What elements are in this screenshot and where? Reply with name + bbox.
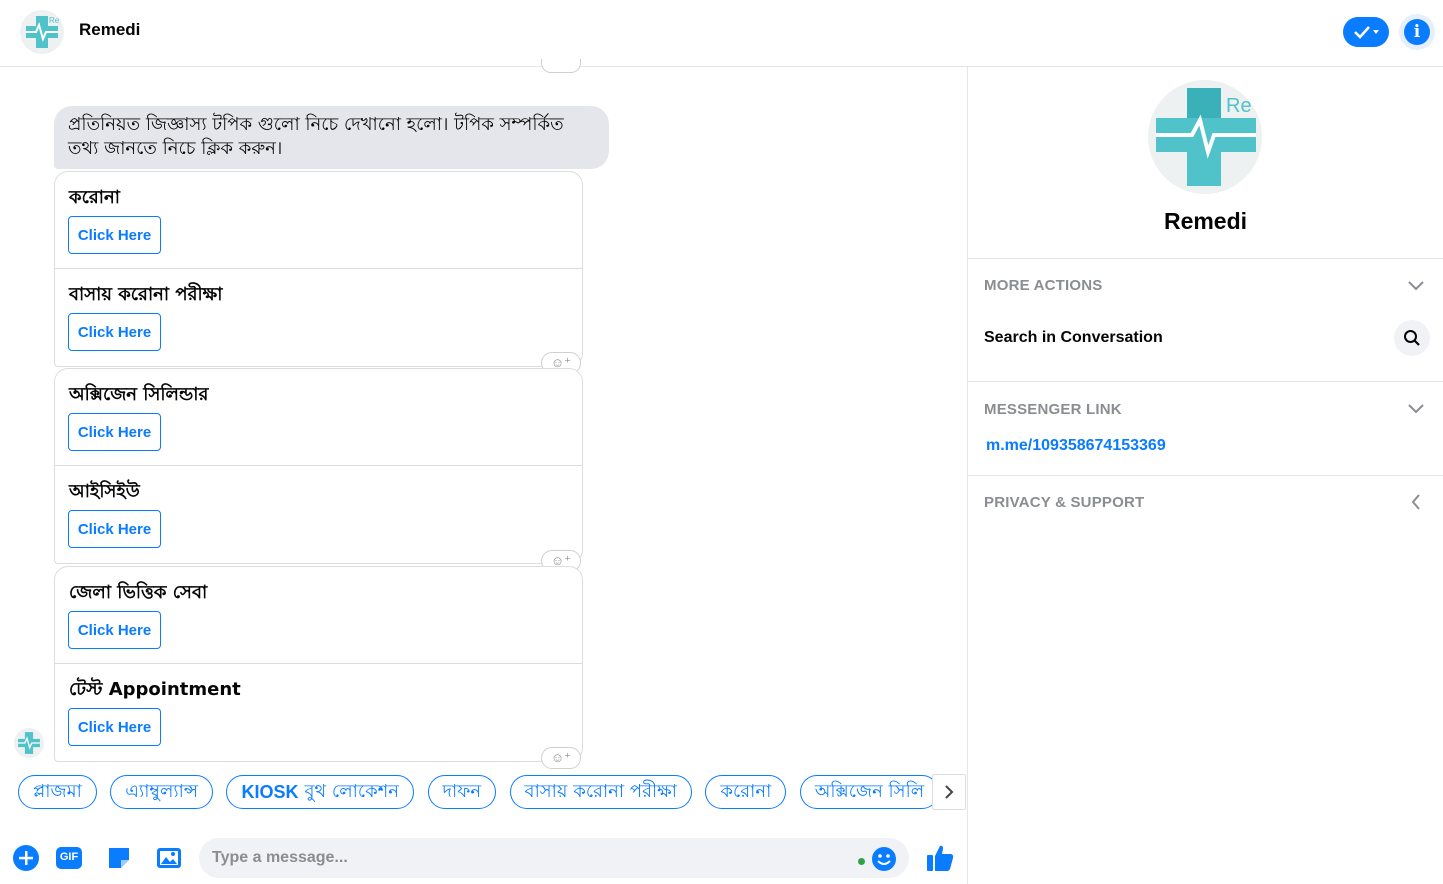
quick-reply[interactable]: প্লাজমা bbox=[18, 775, 97, 809]
chevron-left-icon[interactable] bbox=[1405, 491, 1427, 513]
card-title: অক্সিজেন সিলিন্ডার bbox=[69, 384, 209, 405]
conversation-header: Re Remedi i bbox=[0, 0, 1443, 67]
gif-label: GIF bbox=[59, 851, 79, 863]
remedi-logo-icon[interactable]: Re bbox=[20, 10, 64, 54]
online-indicator bbox=[858, 858, 865, 865]
quick-reply[interactable]: করোনা bbox=[705, 775, 787, 809]
quick-replies-next-button[interactable] bbox=[932, 774, 966, 810]
intro-message-bubble: প্রতিনিয়ত জিজ্ঞাস্য টপিক গুলো নিচে দেখা… bbox=[54, 106, 609, 169]
header-title: Remedi bbox=[79, 20, 141, 39]
card-title: আইসিইউ bbox=[69, 481, 140, 502]
messenger-link-title[interactable]: MESSENGER LINK bbox=[984, 401, 1122, 418]
quick-reply[interactable]: অক্সিজেন সিলি bbox=[799, 775, 934, 809]
image-icon[interactable] bbox=[155, 844, 183, 872]
quick-reply[interactable]: দাফন bbox=[427, 775, 497, 809]
card-item: অক্সিজেন সিলিন্ডার Click Here bbox=[55, 369, 582, 466]
search-icon bbox=[1404, 330, 1420, 346]
emoji-icon[interactable] bbox=[871, 846, 897, 872]
privacy-support-title[interactable]: PRIVACY & SUPPORT bbox=[984, 494, 1144, 511]
chevron-down-icon[interactable] bbox=[1405, 398, 1427, 420]
more-actions-title[interactable]: MORE ACTIONS bbox=[984, 277, 1103, 294]
info-button[interactable]: i bbox=[1399, 14, 1435, 50]
search-in-conversation[interactable]: Search in Conversation bbox=[984, 329, 1163, 347]
search-button[interactable] bbox=[1394, 320, 1430, 356]
click-here-button[interactable]: Click Here bbox=[68, 313, 161, 351]
card-item: আইসিইউ Click Here bbox=[55, 466, 582, 563]
sticker-icon[interactable] bbox=[105, 844, 133, 872]
click-here-button[interactable]: Click Here bbox=[68, 413, 161, 451]
click-here-button[interactable]: Click Here bbox=[68, 708, 161, 746]
card-title: বাসায় করোনা পরীক্ষা bbox=[69, 284, 223, 305]
message-composer: GIF bbox=[0, 833, 967, 884]
topic-card: করোনা Click Here বাসায় করোনা পরীক্ষা Cl… bbox=[54, 171, 583, 367]
chevron-right-icon bbox=[945, 785, 954, 799]
card-item: করোনা Click Here bbox=[55, 172, 582, 269]
card-item: বাসায় করোনা পরীক্ষা Click Here bbox=[55, 269, 582, 366]
divider bbox=[968, 381, 1443, 382]
card-item: জেলা ভিত্তিক সেবা Click Here bbox=[55, 567, 582, 664]
card-item: টেস্ট Appointment Click Here bbox=[55, 664, 582, 761]
svg-text:Re: Re bbox=[49, 16, 60, 25]
kiosk-label: KIOSK bbox=[241, 781, 299, 802]
card-title: জেলা ভিত্তিক সেবা bbox=[69, 582, 208, 603]
quick-reply[interactable]: বাসায় করোনা পরীক্ষা bbox=[509, 775, 692, 809]
info-sidebar: Re Remedi MORE ACTIONS Search in Convers… bbox=[968, 67, 1443, 884]
divider bbox=[968, 258, 1443, 259]
add-reaction-icon[interactable] bbox=[541, 59, 581, 73]
click-here-button[interactable]: Click Here bbox=[68, 216, 161, 254]
contact-name: Remedi bbox=[1163, 208, 1248, 234]
chat-area: প্রতিনিয়ত জিজ্ঞাস্য টপিক গুলো নিচে দেখা… bbox=[0, 59, 967, 884]
quick-reply[interactable]: এ্যাম্বুল্যান্স bbox=[110, 775, 214, 809]
checkmark-dropdown-icon bbox=[1354, 26, 1379, 39]
info-icon: i bbox=[1404, 19, 1430, 45]
message-input[interactable] bbox=[199, 838, 909, 878]
divider bbox=[968, 475, 1443, 476]
thumbs-up-icon[interactable] bbox=[924, 842, 956, 874]
click-here-button[interactable]: Click Here bbox=[68, 611, 161, 649]
plus-circle-icon[interactable] bbox=[12, 844, 40, 872]
quick-reply[interactable]: KIOSK বুথ লোকেশন bbox=[226, 775, 415, 809]
click-here-button[interactable]: Click Here bbox=[68, 510, 161, 548]
quick-replies: প্লাজমা এ্যাম্বুল্যান্স KIOSK বুথ লোকেশন … bbox=[18, 775, 934, 809]
messenger-link[interactable]: m.me/109358674153369 bbox=[986, 437, 1166, 455]
remedi-logo-icon: Re bbox=[1148, 80, 1262, 194]
add-reaction-icon[interactable]: ☺⁺ bbox=[541, 747, 581, 769]
chevron-down-icon[interactable] bbox=[1405, 275, 1427, 297]
quick-reply-label: বুথ লোকেশন bbox=[304, 780, 400, 802]
svg-text:Re: Re bbox=[1226, 95, 1252, 117]
sender-avatar bbox=[14, 728, 44, 758]
topic-card: অক্সিজেন সিলিন্ডার Click Here আইসিইউ Cli… bbox=[54, 368, 583, 564]
card-title: টেস্ট Appointment bbox=[69, 679, 241, 700]
gif-button[interactable]: GIF bbox=[55, 844, 83, 872]
topic-card: জেলা ভিত্তিক সেবা Click Here টেস্ট Appoi… bbox=[54, 566, 583, 762]
card-title: করোনা bbox=[69, 187, 120, 208]
checkmark-dropdown-button[interactable] bbox=[1343, 17, 1389, 47]
